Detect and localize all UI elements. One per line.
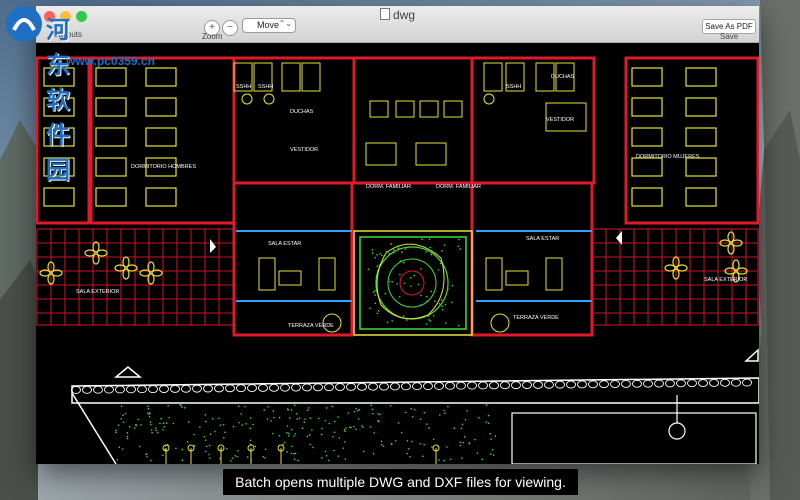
app-window: dwg Layouts + − Zoom Move ⌃⌄ Save As PDF… [36,6,759,464]
window-title: dwg [36,8,759,22]
label-sala-estar-left: SALA ESTAR [268,241,301,247]
label-vestidor-right: VESTIDOR [546,117,574,123]
document-icon [379,8,390,20]
watermark: 河东软件园 www.pc0359.cn [4,4,155,184]
label-sala-exterior-right: SALA EXTERIOR [704,277,747,283]
window-title-text: dwg [392,8,415,22]
label-sshh-left2: SSHH [258,84,273,90]
mode-select[interactable]: Move ⌃⌄ [242,18,296,33]
label-dorm-familiar-right: DORM. FAMILIAR [436,184,481,190]
watermark-title: 河东软件园 [46,17,71,184]
label-dormitorio-hombres: DORMITORIO HOMBRES [131,164,196,170]
label-terraza-left: TERRAZA VERDE [288,323,334,329]
label-sala-exterior-left: SALA EXTERIOR [76,289,119,295]
caption-banner: Batch opens multiple DWG and DXF files f… [223,469,578,495]
label-sala-estar-right: SALA ESTAR [526,236,559,242]
mode-select-value: Move [257,20,280,30]
zoom-out-button[interactable]: − [222,20,238,36]
label-duchas-right: DUCHAS [551,74,575,80]
watermark-logo-icon [6,6,42,42]
label-vestidor-left: VESTIDOR [290,147,318,153]
watermark-url: www.pc0359.cn [66,54,155,68]
zoom-label: Zoom [202,32,223,41]
desktop-mountain-left [0,120,38,500]
label-sshh-right: SSHH [506,84,521,90]
select-chevron-icon: ⌃⌄ [278,19,292,28]
save-label: Save [720,32,739,41]
label-dormitorio-mujeres: DORMITORIO MUJERES [636,154,700,160]
label-terraza-right: TERRAZA VERDE [513,315,559,321]
label-sshh-left: SSHH [236,84,251,90]
window-titlebar[interactable]: dwg Layouts + − Zoom Move ⌃⌄ Save As PDF… [36,6,759,43]
label-dorm-familiar-left: DORM. FAMILIAR [366,184,411,190]
label-duchas-left: DUCHAS [290,109,314,115]
cad-drawing-canvas[interactable]: DUCHAS DUCHAS SSHH SSHH SSHH VESTIDOR VE… [36,43,759,464]
zoom-out-icon: − [227,22,233,33]
